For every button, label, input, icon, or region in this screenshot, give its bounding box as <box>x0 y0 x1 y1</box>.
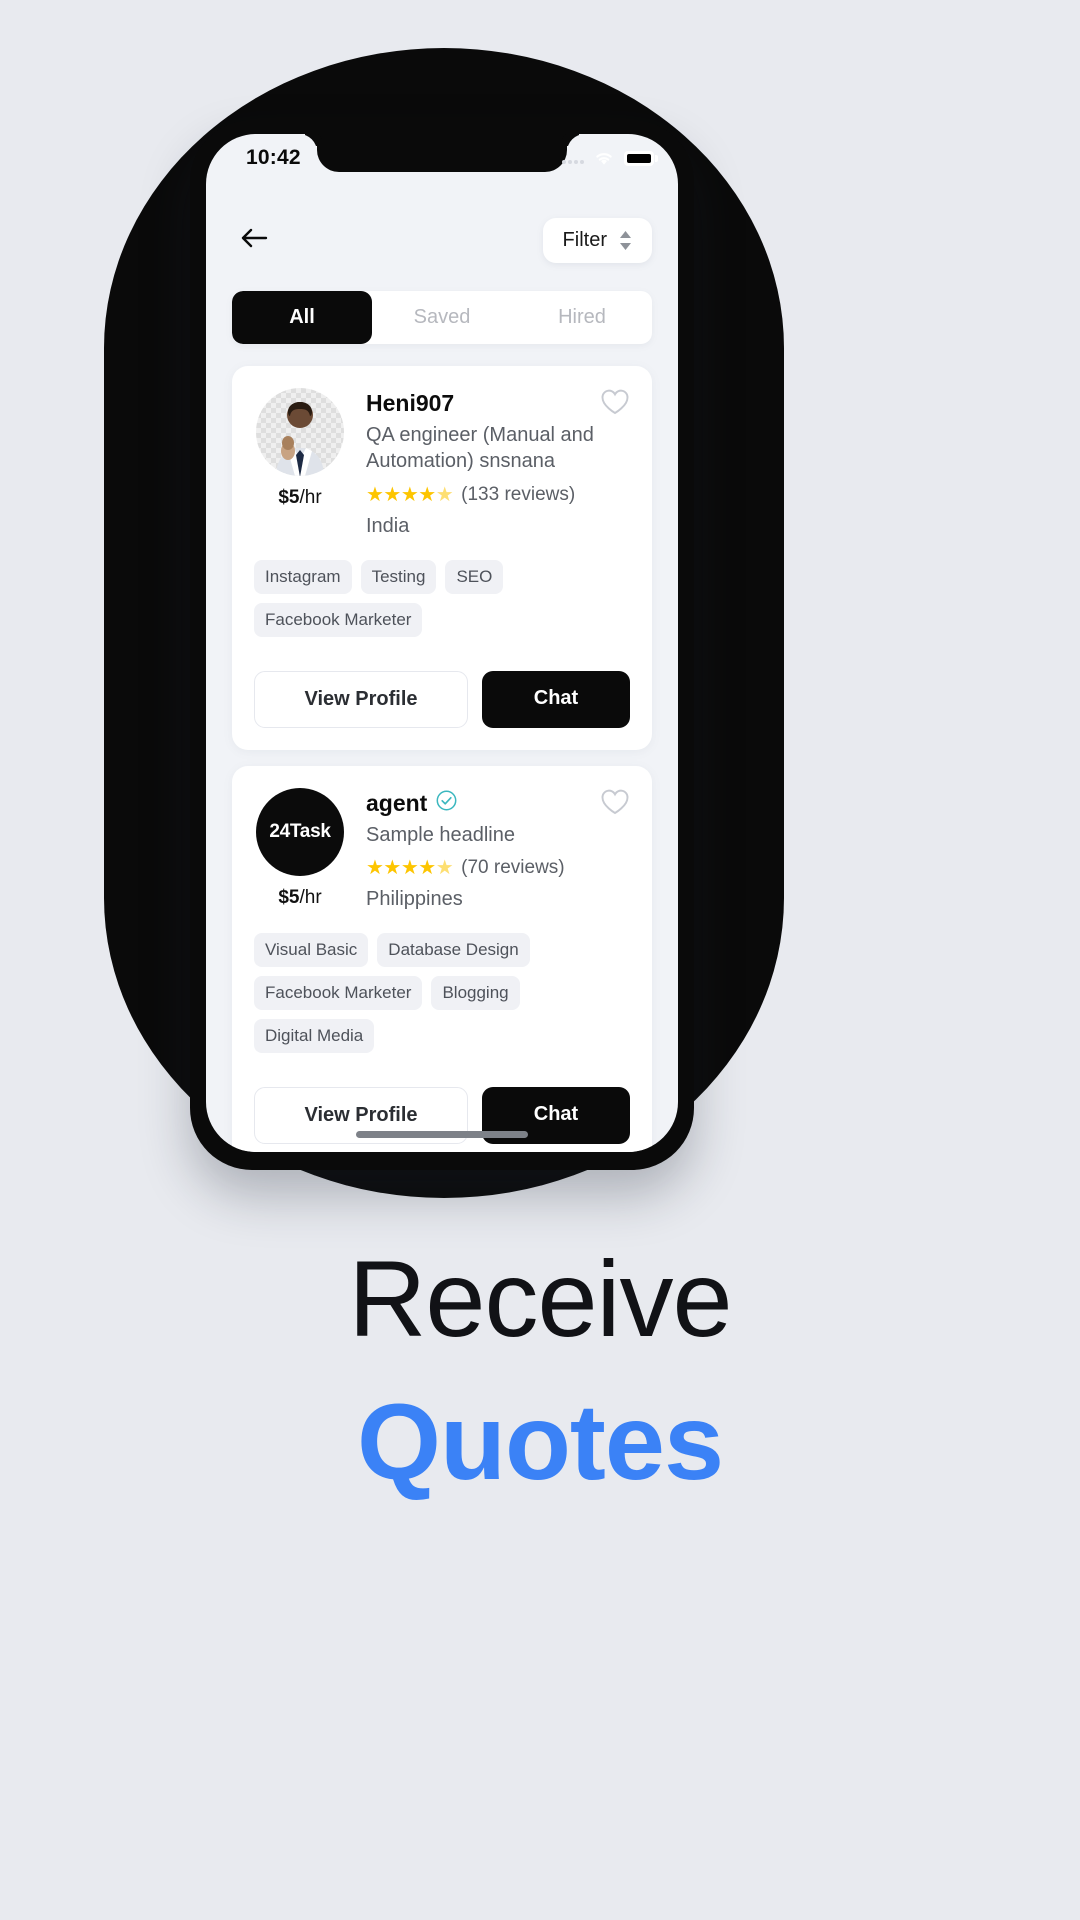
skill-tag[interactable]: Visual Basic <box>254 933 369 968</box>
back-button[interactable] <box>232 219 276 263</box>
card-info: agent Sample headline ★★★★★ (70 reviews)… <box>366 788 630 911</box>
freelancer-headline: QA engineer (Manual and Automation) snsn… <box>366 424 594 473</box>
filter-button[interactable]: Filter <box>542 218 652 263</box>
skill-tag[interactable]: Facebook Marketer <box>254 602 423 637</box>
rating-row: ★★★★★ (133 reviews) <box>366 484 630 506</box>
rating-row: ★★★★★ (70 reviews) <box>366 857 630 879</box>
tab-hired[interactable]: Hired <box>512 291 652 344</box>
avatar <box>256 388 344 476</box>
avatar: 24Task <box>256 787 344 876</box>
screenshot-root: 10:42 Filter All Saved Hired $5/hr Heni9… <box>0 0 1080 1920</box>
name-row: Heni907 <box>366 390 630 417</box>
freelancer-name: agent <box>366 789 428 816</box>
card-actions: View Profile Chat <box>254 1087 630 1152</box>
skill-tags: Visual Basic Database Design Facebook Ma… <box>254 933 630 1054</box>
phone-screen: 10:42 Filter All Saved Hired $5/hr Heni9… <box>206 134 678 1152</box>
tab-all[interactable]: All <box>232 291 372 344</box>
heart-outline-icon <box>600 789 630 819</box>
review-count: (133 reviews) <box>461 483 576 505</box>
rate-unit: /hr <box>299 487 322 508</box>
caption-block: Receive Quotes <box>0 1235 1080 1506</box>
rate-amount: $5 <box>278 886 300 908</box>
skill-tag[interactable]: Facebook Marketer <box>254 976 423 1011</box>
review-count: (70 reviews) <box>461 857 565 879</box>
skill-tags: Instagram Testing SEO Facebook Marketer <box>254 559 630 637</box>
skill-tag[interactable]: SEO <box>445 559 504 594</box>
avatar-column: 24Task $5/hr <box>254 787 346 911</box>
status-clock: 10:42 <box>246 146 301 169</box>
favorite-button[interactable] <box>600 388 630 415</box>
freelancer-card[interactable]: 24Task $5/hr agent Sample headline ★★★★★… <box>232 765 652 1152</box>
home-indicator[interactable] <box>356 1131 528 1138</box>
filter-label: Filter <box>562 229 607 251</box>
skill-tag[interactable]: Testing <box>360 559 437 594</box>
heart-outline-icon <box>600 389 630 419</box>
freelancer-list[interactable]: $5/hr Heni907 QA engineer (Manual and Au… <box>206 344 678 1152</box>
sort-updown-icon <box>619 231 632 250</box>
name-row: agent <box>366 790 630 817</box>
segment-tabs: All Saved Hired <box>232 291 652 344</box>
star-rating-icon: ★★★★★ <box>366 483 454 506</box>
chat-button[interactable]: Chat <box>482 670 630 728</box>
favorite-button[interactable] <box>600 788 630 815</box>
tab-saved[interactable]: Saved <box>372 291 512 344</box>
arrow-left-icon <box>239 226 269 255</box>
avatar-logo-text: 24Task <box>269 820 331 842</box>
avatar-column: $5/hr <box>254 388 346 538</box>
star-rating-icon: ★★★★★ <box>366 857 454 880</box>
freelancer-country: Philippines <box>366 888 463 911</box>
skill-tag[interactable]: Database Design <box>377 933 530 968</box>
hourly-rate: $5/hr <box>278 887 321 909</box>
verified-check-icon <box>436 790 457 816</box>
freelancer-card[interactable]: $5/hr Heni907 QA engineer (Manual and Au… <box>232 366 652 750</box>
status-bar: 10:42 <box>206 134 678 176</box>
freelancer-name: Heni907 <box>366 390 455 416</box>
card-header: 24Task $5/hr agent Sample headline ★★★★★… <box>254 787 630 911</box>
caption-line-2: Quotes <box>356 1381 724 1503</box>
caption-line-1: Receive <box>348 1238 732 1359</box>
skill-tag[interactable]: Instagram <box>254 559 352 594</box>
card-info: Heni907 QA engineer (Manual and Automati… <box>366 388 630 538</box>
battery-icon <box>624 150 658 166</box>
top-bar: Filter <box>206 176 678 263</box>
card-actions: View Profile Chat <box>254 670 630 750</box>
freelancer-country: India <box>366 514 410 537</box>
signal-dots-icon <box>562 153 584 164</box>
hourly-rate: $5/hr <box>278 487 321 509</box>
view-profile-button[interactable]: View Profile <box>254 670 468 728</box>
skill-tag[interactable]: Digital Media <box>254 1019 375 1054</box>
card-header: $5/hr Heni907 QA engineer (Manual and Au… <box>254 388 630 538</box>
wifi-icon <box>593 150 615 166</box>
rate-unit: /hr <box>299 886 322 908</box>
skill-tag[interactable]: Blogging <box>431 976 520 1011</box>
freelancer-headline: Sample headline <box>366 823 515 846</box>
rate-amount: $5 <box>278 487 300 508</box>
status-icons <box>562 150 658 166</box>
